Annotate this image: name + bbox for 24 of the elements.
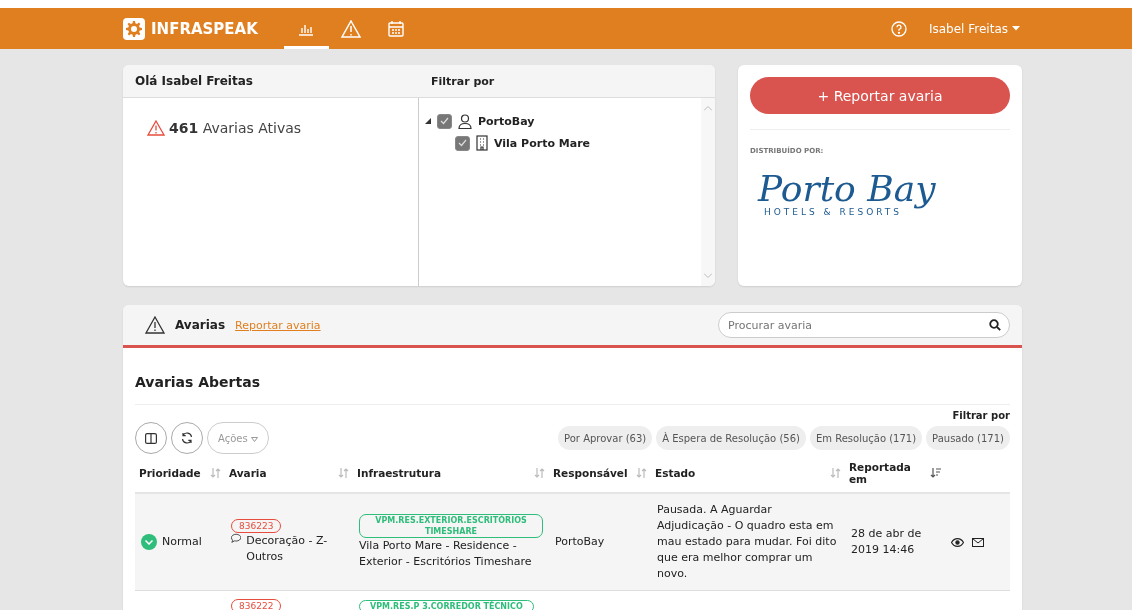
app-logo-text: INFRASPEAK bbox=[151, 19, 258, 38]
status-filter-chip[interactable]: Por Aprovar (63) bbox=[558, 426, 653, 450]
greeting-title: Olá Isabel Freitas bbox=[134, 74, 254, 88]
filter-title: Filtrar por bbox=[430, 74, 495, 88]
table-title: Avarias Abertas bbox=[135, 348, 1010, 405]
search-field[interactable]: Procurar avaria bbox=[718, 312, 1010, 338]
status-filter-chip[interactable]: Pausado (171) bbox=[926, 426, 1010, 450]
report-button[interactable]: + Reportar avaria bbox=[750, 77, 1010, 114]
location-tag: VPM.RES.EXTERIOR.ESCRITÓRIOS TIMESHARE bbox=[359, 514, 543, 538]
table-cell-text: Vila Porto Mare - Residence - Exterior - Escritórios Timeshare bbox=[359, 538, 533, 570]
filter-label: Filtrar por bbox=[951, 410, 1010, 421]
table-cell-text: Pausada. A Aguardar Adjudicação - O quadro esta em mau estado para mudar. Foi dito que era melhor comprar um novo. bbox=[657, 502, 838, 582]
status-filter-chip[interactable]: À Espera de Resolução (56) bbox=[656, 426, 806, 450]
tree-item-label[interactable]: PortoBay bbox=[478, 114, 535, 128]
table-cell-text: Decoração - Z-Outros bbox=[246, 533, 329, 565]
active-count: 461 Avarias Ativas bbox=[169, 120, 302, 136]
section-title: Avarias bbox=[175, 318, 226, 332]
brand-tagline: HOTELS & RESORTS bbox=[764, 207, 903, 217]
tree-item-label[interactable]: Vila Porto Mare bbox=[494, 136, 591, 150]
status-filter-chip[interactable]: Em Resolução (171) bbox=[809, 426, 923, 450]
table-cell-text: PortoBay bbox=[555, 534, 606, 550]
table-cell: Normal bbox=[162, 534, 202, 550]
table-cell-text: 28 de abr de 2019 14:46 bbox=[851, 526, 923, 558]
brand-logo-text: Porto Bay bbox=[758, 171, 937, 207]
